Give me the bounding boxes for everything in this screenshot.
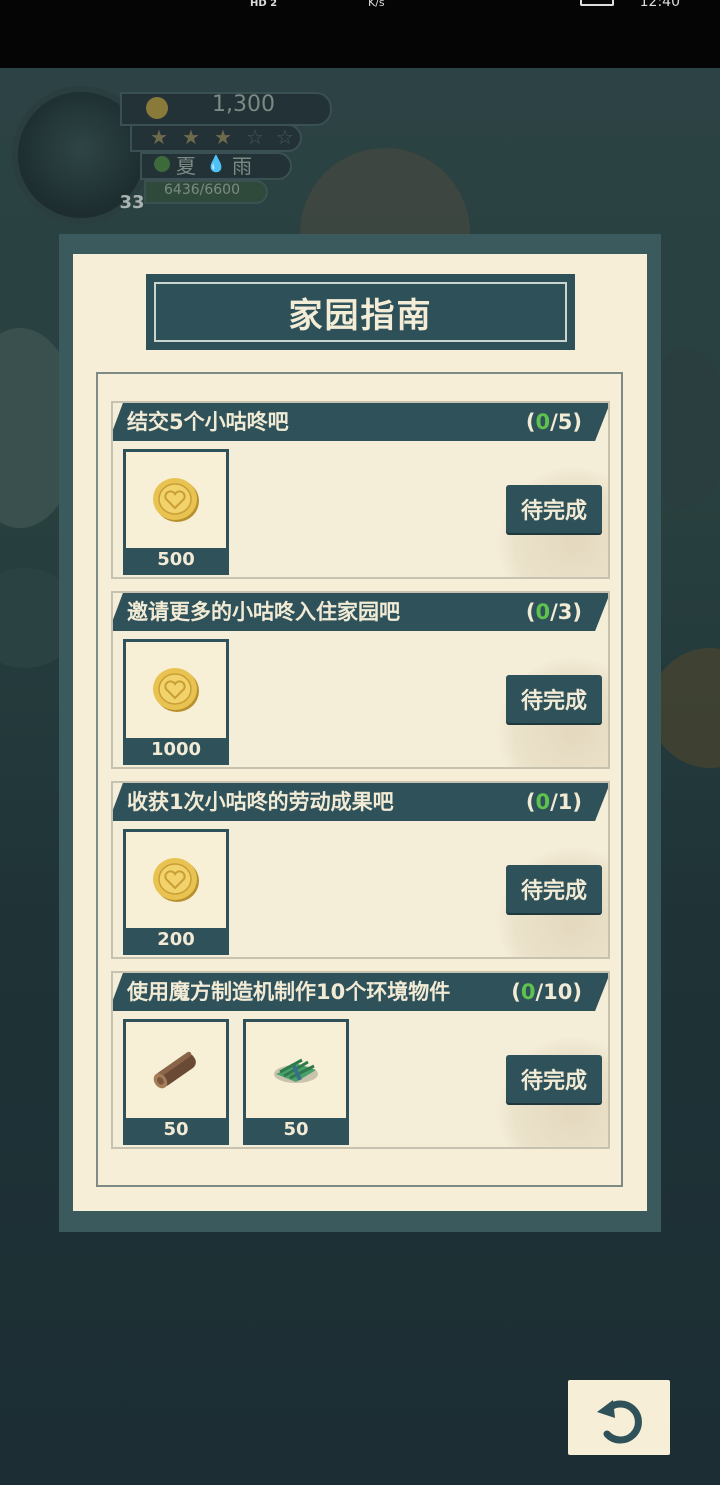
reward-amount: 50	[126, 1118, 226, 1142]
battery-icon	[580, 0, 614, 6]
task-title: 使用魔方制造机制作10个环境物件	[127, 980, 451, 1004]
dialog-title-plate: 家园指南	[146, 274, 575, 350]
network-speed: K/s	[368, 0, 385, 9]
task-title: 收获1次小咕咚的劳动成果吧	[127, 790, 394, 814]
reward-slot[interactable]: 500	[123, 449, 229, 575]
star-icon: ★	[214, 125, 232, 149]
reward-amount: 500	[126, 548, 226, 572]
reward-slot[interactable]: 200	[123, 829, 229, 955]
task-progress: (0/3)	[525, 600, 582, 624]
star-icon: ★	[182, 125, 200, 149]
pending-button[interactable]: 待完成	[506, 1055, 602, 1103]
gold-coin-icon	[153, 858, 199, 902]
back-button[interactable]	[568, 1380, 670, 1455]
reward-amount: 200	[126, 928, 226, 952]
reward-slot[interactable]: 1000	[123, 639, 229, 765]
rain-icon: 💧	[206, 154, 226, 173]
exp-text: 6436/6600	[164, 182, 240, 198]
reward-slot[interactable]: 50	[123, 1019, 229, 1145]
task-title: 结交5个小咕咚吧	[127, 410, 289, 434]
star-icon: ☆	[246, 125, 264, 149]
return-arrow-icon	[597, 1399, 642, 1443]
leaf-icon	[154, 156, 170, 172]
pending-button[interactable]: 待完成	[506, 675, 602, 723]
season-label: 夏	[176, 154, 196, 178]
task-item: 使用魔方制造机制作10个环境物件 (0/10) 50 50 待完成	[111, 971, 610, 1149]
level-badge: 33	[119, 192, 145, 213]
task-title: 邀请更多的小咕咚入住家园吧	[127, 600, 400, 624]
hd-indicator: HD 2	[250, 0, 278, 9]
pending-button[interactable]: 待完成	[506, 865, 602, 913]
reward-amount: 1000	[126, 738, 226, 762]
coin-icon	[146, 97, 168, 119]
reward-slot[interactable]: 50	[243, 1019, 349, 1145]
task-progress: (0/1)	[525, 790, 582, 814]
task-item: 结交5个小咕咚吧 (0/5) 500 待完成	[111, 401, 610, 579]
star-icon: ★	[150, 125, 168, 149]
pending-button[interactable]: 待完成	[506, 485, 602, 533]
task-item: 邀请更多的小咕咚入住家园吧 (0/3) 1000 待完成	[111, 591, 610, 769]
status-bar: HD 2 K/s 12:40	[0, 0, 720, 68]
weather-label: 雨	[232, 154, 252, 178]
grass-bundle-icon	[274, 1058, 318, 1083]
gold-coin-icon	[153, 668, 199, 712]
task-progress: (0/10)	[511, 980, 582, 1004]
star-icon: ☆	[276, 125, 294, 149]
dialog-title: 家园指南	[288, 295, 433, 336]
wood-log-icon	[153, 1051, 196, 1089]
task-item: 收获1次小咕咚的劳动成果吧 (0/1) 200 待完成	[111, 781, 610, 959]
gold-coin-icon	[153, 478, 199, 522]
coin-count: 1,300	[212, 92, 275, 117]
reward-amount: 50	[246, 1118, 346, 1142]
clock: 12:40	[639, 0, 680, 10]
task-progress: (0/5)	[525, 410, 582, 434]
